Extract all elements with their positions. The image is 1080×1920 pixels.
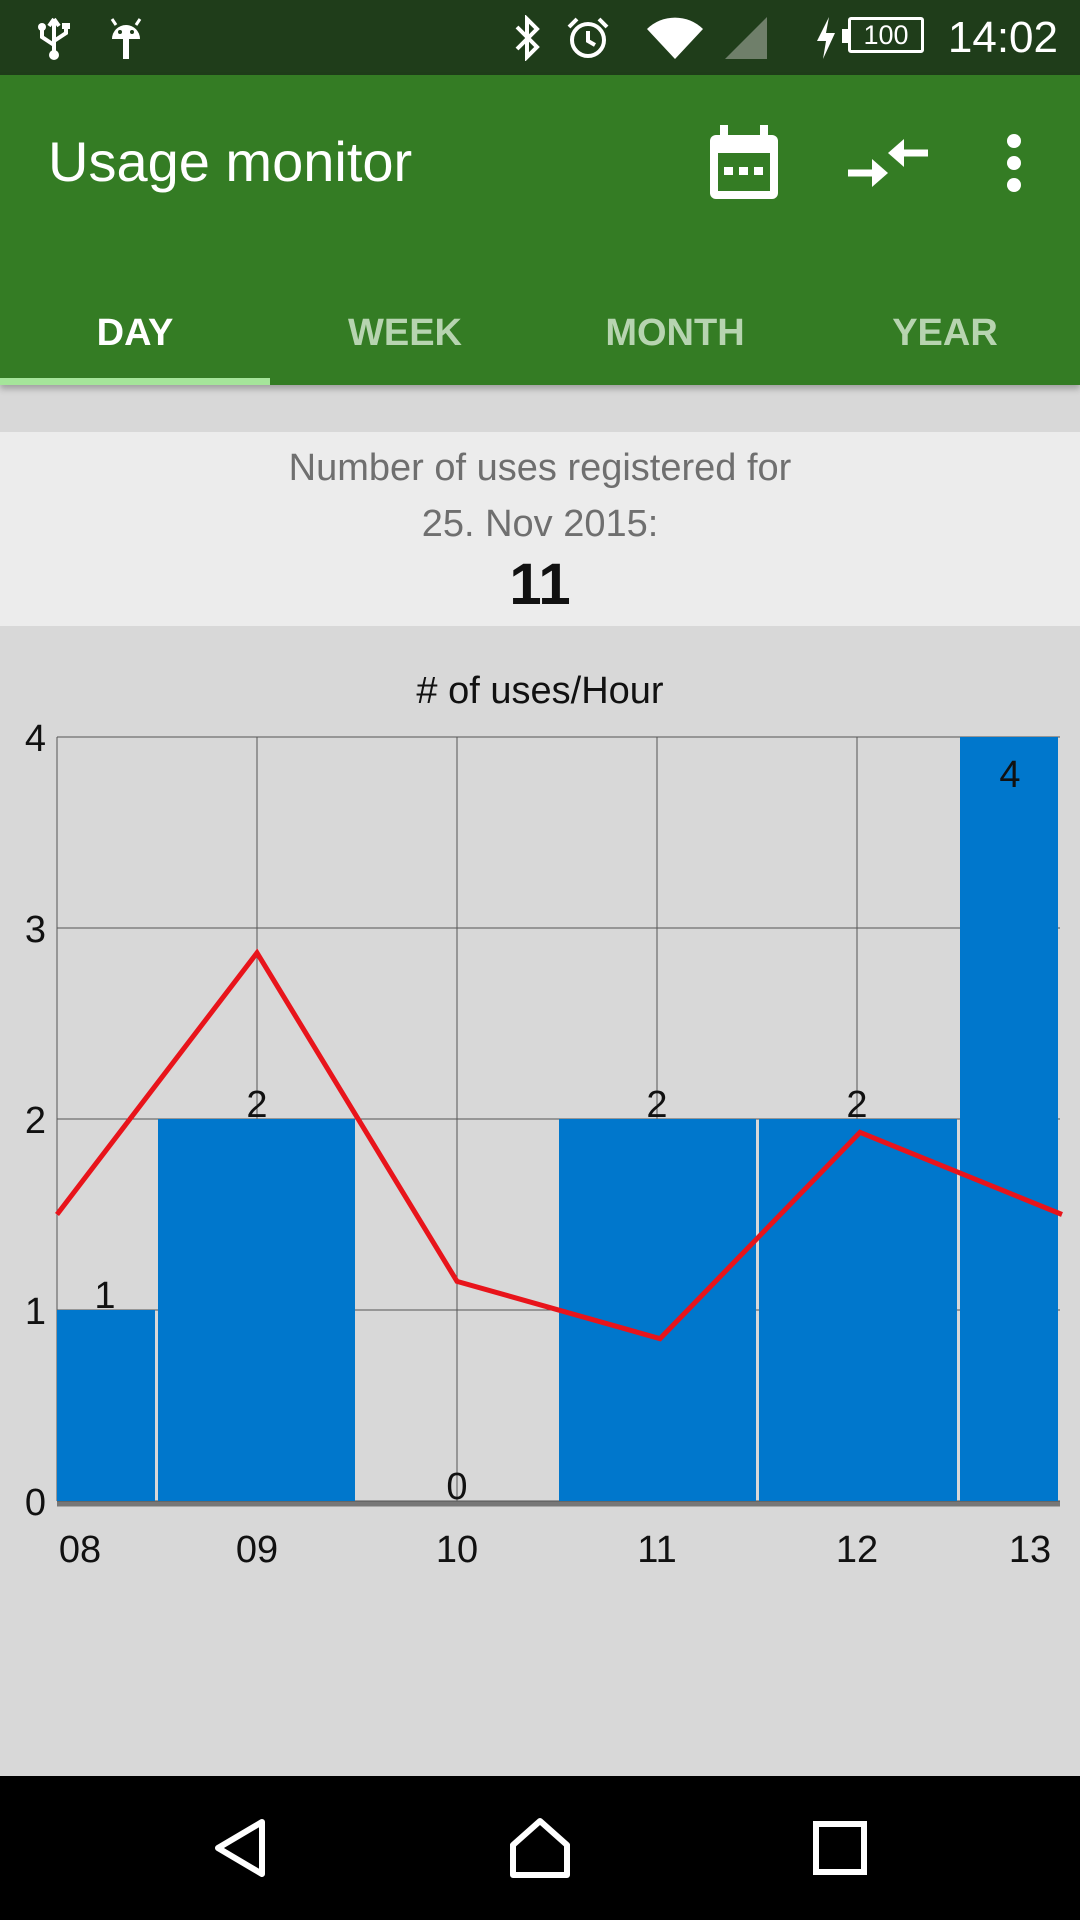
tab-week[interactable]: WEEK bbox=[270, 285, 540, 385]
bar-data-label: 2 bbox=[646, 1084, 667, 1126]
bar bbox=[960, 737, 1058, 1501]
bar-data-label: 0 bbox=[446, 1466, 467, 1508]
usage-chart-svg: # of uses/Hour012341202 2408 09 10 11 12 13 bbox=[25, 670, 1063, 1571]
summary-count: 11 bbox=[509, 552, 571, 617]
x-tick-label: 10 bbox=[436, 1529, 478, 1571]
back-icon bbox=[215, 1819, 265, 1877]
bar-data-label: 2 bbox=[246, 1084, 267, 1126]
tab-day[interactable]: DAY bbox=[0, 285, 270, 385]
y-tick-label: 2 bbox=[25, 1100, 46, 1142]
x-tick-label: 12 bbox=[836, 1529, 878, 1571]
y-tick-label: 4 bbox=[25, 718, 46, 760]
summary-date: 25. Nov 2015: bbox=[421, 503, 659, 545]
nav-bar bbox=[0, 1776, 1080, 1920]
charging-icon bbox=[808, 14, 844, 62]
bluetooth-icon bbox=[504, 14, 550, 62]
y-tick-label: 1 bbox=[25, 1291, 46, 1333]
summary-label: Number of uses registered for bbox=[288, 447, 792, 489]
bar bbox=[559, 1119, 756, 1501]
x-tick-label: 13 bbox=[1009, 1529, 1051, 1571]
home-button[interactable] bbox=[490, 1798, 590, 1898]
android-icon bbox=[100, 14, 152, 62]
x-tick-label: 09 bbox=[236, 1529, 278, 1571]
y-tick-label: 3 bbox=[25, 909, 46, 951]
x-tick-label: 11 bbox=[637, 1529, 676, 1571]
usage-summary: Number of uses registered for 25. Nov 20… bbox=[0, 432, 1080, 626]
calendar-icon bbox=[710, 125, 778, 199]
calendar-button[interactable] bbox=[696, 115, 792, 211]
bar bbox=[57, 1310, 155, 1501]
app-title: Usage monitor bbox=[48, 130, 413, 193]
usage-chart: # of uses/Hour 0 1 2 3 4 1 2 0 2 2 4 08 09 10 11 12 13 bbox=[0, 660, 1080, 1580]
status-time: 14:02 bbox=[947, 13, 1058, 62]
bar bbox=[158, 1119, 355, 1501]
compare-icon bbox=[848, 139, 928, 187]
bar-data-label: 1 bbox=[94, 1275, 115, 1317]
signal-icon bbox=[720, 14, 772, 62]
chart-title: # of uses/Hour bbox=[416, 670, 663, 712]
compare-button[interactable] bbox=[840, 115, 936, 211]
wifi-icon bbox=[644, 14, 706, 62]
tab-bar: DAY WEEK MONTH YEAR bbox=[0, 285, 1080, 385]
alarm-icon bbox=[562, 14, 614, 62]
recents-button[interactable] bbox=[790, 1798, 890, 1898]
home-icon bbox=[510, 1818, 570, 1878]
more-options-button[interactable] bbox=[966, 115, 1062, 211]
usb-icon bbox=[28, 14, 80, 62]
bar-data-label: 4 bbox=[999, 754, 1020, 796]
bar-data-label: 2 bbox=[846, 1084, 867, 1126]
status-bar: 100 14:02 bbox=[0, 0, 1080, 75]
recents-icon bbox=[813, 1821, 867, 1875]
tab-month[interactable]: MONTH bbox=[540, 285, 810, 385]
tab-year[interactable]: YEAR bbox=[810, 285, 1080, 385]
battery-icon: 100 bbox=[842, 17, 924, 53]
app-bar: Usage monitor DAY WEEK MONTH YEAR bbox=[0, 75, 1080, 385]
bar bbox=[759, 1119, 957, 1501]
x-tick-label: 08 bbox=[59, 1529, 101, 1571]
y-tick-label: 0 bbox=[25, 1482, 46, 1524]
back-button[interactable] bbox=[190, 1798, 290, 1898]
more-vert-icon bbox=[1007, 134, 1021, 192]
